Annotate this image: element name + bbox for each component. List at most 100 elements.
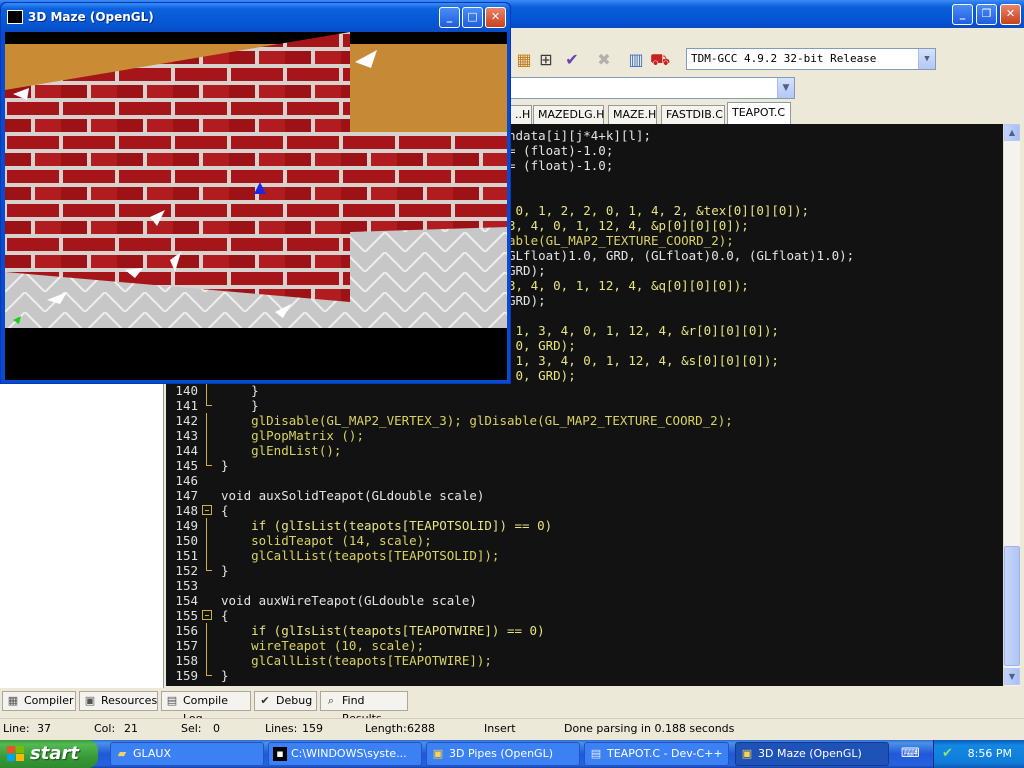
maze-app-icon xyxy=(7,10,23,24)
tab-teapot-c[interactable]: TEAPOT.C xyxy=(727,102,791,124)
tab-label: Debug xyxy=(276,694,313,707)
maze-viewport[interactable] xyxy=(5,32,507,380)
fold-line-icon xyxy=(202,548,212,563)
cross-icon[interactable]: ✖ xyxy=(594,50,614,70)
start-button[interactable]: start xyxy=(0,740,98,768)
fold-collapse-icon[interactable] xyxy=(202,608,212,623)
close-button[interactable]: ✕ xyxy=(1000,4,1021,25)
task-label: 3D Pipes (OpenGL) xyxy=(449,747,554,760)
compiler-select-value: TDM-GCC 4.9.2 32-bit Release xyxy=(691,52,877,65)
line-number: 153 xyxy=(175,578,198,593)
class-combo[interactable]: ▼ xyxy=(510,77,795,99)
restore-button[interactable]: ❐ xyxy=(976,4,997,25)
task-devcpp[interactable]: ▤ TEAPOT.C - Dev-C++ xyxy=(584,742,729,766)
fold-line-icon xyxy=(202,533,212,548)
line-number: 148 xyxy=(175,503,198,518)
layout-icon[interactable]: ⊞ xyxy=(536,50,556,70)
chart-icon[interactable]: ▥ xyxy=(626,50,646,70)
keyboard-icon[interactable]: ⌨ xyxy=(901,746,920,762)
project-panel[interactable] xyxy=(0,382,164,688)
tab-debug[interactable]: ✔ Debug xyxy=(254,691,317,711)
grid-icon[interactable]: ▦ xyxy=(514,50,534,70)
fold-collapse-icon[interactable] xyxy=(202,503,212,518)
code-text: glEndList(); xyxy=(221,443,342,458)
code-text: GRD); xyxy=(508,263,546,278)
tab-h[interactable]: ..H xyxy=(510,105,532,124)
code-text: 0, 1, 2, 2, 0, 1, 4, 2, &tex[0][0][0]); xyxy=(508,203,810,218)
security-icon[interactable]: ✔ xyxy=(942,746,958,762)
windows-flag-icon xyxy=(7,746,24,761)
tab-resources[interactable]: ▣ Resources xyxy=(79,691,158,711)
cmd-icon: ▪ xyxy=(273,747,287,761)
fold-line-icon xyxy=(202,623,212,638)
debug-check-icon: ✔ xyxy=(260,694,270,707)
code-text: 0, GRD); xyxy=(508,338,576,353)
minimize-button[interactable]: _ xyxy=(952,4,973,25)
maze-minimize-button[interactable]: _ xyxy=(439,7,460,28)
maze-close-button[interactable]: ✕ xyxy=(485,7,506,28)
tab-label: TEAPOT.C xyxy=(732,106,786,119)
line-number: 146 xyxy=(175,473,198,488)
code-text: } xyxy=(221,458,229,473)
code-text: = (float)-1.0; xyxy=(508,143,614,158)
code-text: glCallList(teapots[TEAPOTWIRE]); xyxy=(221,653,492,668)
code-text: solidTeapot (14, scale); xyxy=(221,533,432,548)
task-glaux[interactable]: ▰ GLAUX xyxy=(110,742,264,766)
scroll-down-icon[interactable]: ▼ xyxy=(1004,668,1020,685)
maze-maximize-button[interactable]: □ xyxy=(462,7,483,28)
code-line: 158 glCallList(teapots[TEAPOTWIRE]); xyxy=(166,653,1003,668)
chevron-down-icon[interactable]: ▼ xyxy=(777,78,794,98)
task-cmd[interactable]: ▪ C:\WINDOWS\syste... xyxy=(268,742,422,766)
start-label: start xyxy=(30,743,79,764)
code-line: 154 void auxWireTeapot(GLdouble scale) xyxy=(166,593,1003,608)
code-text: glPopMatrix (); xyxy=(221,428,364,443)
status-bar: Line: 37 Col: 21 Sel: 0 Lines: 159 Lengt… xyxy=(0,718,1024,740)
chevron-down-icon[interactable]: ▼ xyxy=(918,49,935,69)
screensaver-icon: ▣ xyxy=(432,747,444,760)
fold-line-icon xyxy=(202,653,212,668)
maze-scene xyxy=(5,32,507,380)
tab-maze-h[interactable]: MAZE.H xyxy=(608,105,657,124)
status-message: Done parsing in 0.188 seconds xyxy=(564,722,735,735)
maze-titlebar[interactable]: 3D Maze (OpenGL) _ □ ✕ xyxy=(1,3,510,32)
editor-scrollbar[interactable]: ▲ ▼ xyxy=(1003,124,1020,686)
task-label: 3D Maze (OpenGL) xyxy=(758,747,862,760)
tab-find-results[interactable]: ⌕ Find Results xyxy=(320,691,408,725)
code-line: 151 glCallList(teapots[TEAPOTSOLID]); xyxy=(166,548,1003,563)
code-line: 148 { xyxy=(166,503,1003,518)
tab-compiler[interactable]: ▦ Compiler xyxy=(2,691,76,711)
task-3d-maze[interactable]: ▣ 3D Maze (OpenGL) xyxy=(735,742,889,766)
status-line-label: Line: xyxy=(3,722,30,735)
line-number: 157 xyxy=(175,638,198,653)
code-text: } xyxy=(221,383,259,398)
clock[interactable]: 8:56 PM xyxy=(968,740,1012,768)
tab-label: MAZEDLG.H xyxy=(538,108,605,121)
code-line: 155 { xyxy=(166,608,1003,623)
line-number: 143 xyxy=(175,428,198,443)
fold-line-icon xyxy=(202,413,212,428)
line-number: 142 xyxy=(175,413,198,428)
code-text: { xyxy=(221,608,229,623)
tab-fastdib-c[interactable]: FASTDIB.C xyxy=(661,105,725,124)
scroll-thumb[interactable] xyxy=(1004,546,1020,666)
folder-icon: ▰ xyxy=(117,747,127,760)
maze-window[interactable]: 3D Maze (OpenGL) _ □ ✕ xyxy=(0,2,511,384)
tab-mazedlg-h[interactable]: MAZEDLG.H xyxy=(533,105,604,124)
profile-icon[interactable]: ⛟ xyxy=(650,50,670,70)
tab-label: Resources xyxy=(101,694,158,707)
compiler-select[interactable]: TDM-GCC 4.9.2 32-bit Release ▼ xyxy=(686,48,936,70)
line-number: 158 xyxy=(175,653,198,668)
scroll-up-icon[interactable]: ▲ xyxy=(1004,124,1020,141)
status-line-value: 37 xyxy=(37,722,51,735)
tab-compile-log[interactable]: ▤ Compile Log xyxy=(161,691,251,725)
check-icon[interactable]: ✔ xyxy=(562,50,582,70)
task-3d-pipes[interactable]: ▣ 3D Pipes (OpenGL) xyxy=(426,742,580,766)
code-line: 153 xyxy=(166,578,1003,593)
code-text: able(GL_MAP2_TEXTURE_COORD_2); xyxy=(508,233,734,248)
fold-line-icon xyxy=(202,428,212,443)
line-number: 159 xyxy=(175,668,198,683)
editor-tabs: ..H MAZEDLG.H MAZE.H FASTDIB.C TEAPOT.C xyxy=(510,102,1024,124)
toolbar: ▦ ⊞ ✔ ✖ ▥ ⛟ TDM-GCC 4.9.2 32-bit Release… xyxy=(510,46,1024,74)
tab-label: Compiler xyxy=(24,694,74,707)
code-line: 145} xyxy=(166,458,1003,473)
